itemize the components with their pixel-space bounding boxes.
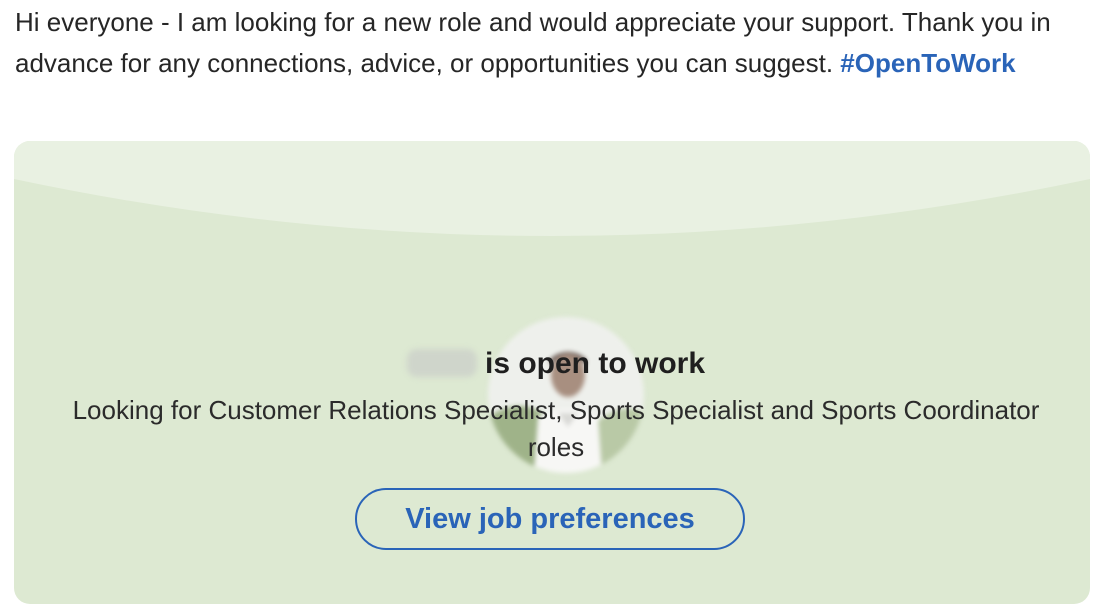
open-to-work-status: is open to work xyxy=(484,347,706,380)
hashtag-link[interactable]: #OpenToWork xyxy=(840,48,1015,78)
post-container: Hi everyone - I am looking for a new rol… xyxy=(0,0,1112,616)
open-to-work-heading: is open to work xyxy=(0,346,1112,382)
view-job-preferences-button[interactable]: View job preferences xyxy=(355,488,745,550)
post-body: Hi everyone - I am looking for a new rol… xyxy=(15,2,1095,84)
card-banner xyxy=(14,141,1090,236)
redacted-name xyxy=(406,349,477,377)
job-roles-description: Looking for Customer Relations Specialis… xyxy=(72,395,1040,462)
